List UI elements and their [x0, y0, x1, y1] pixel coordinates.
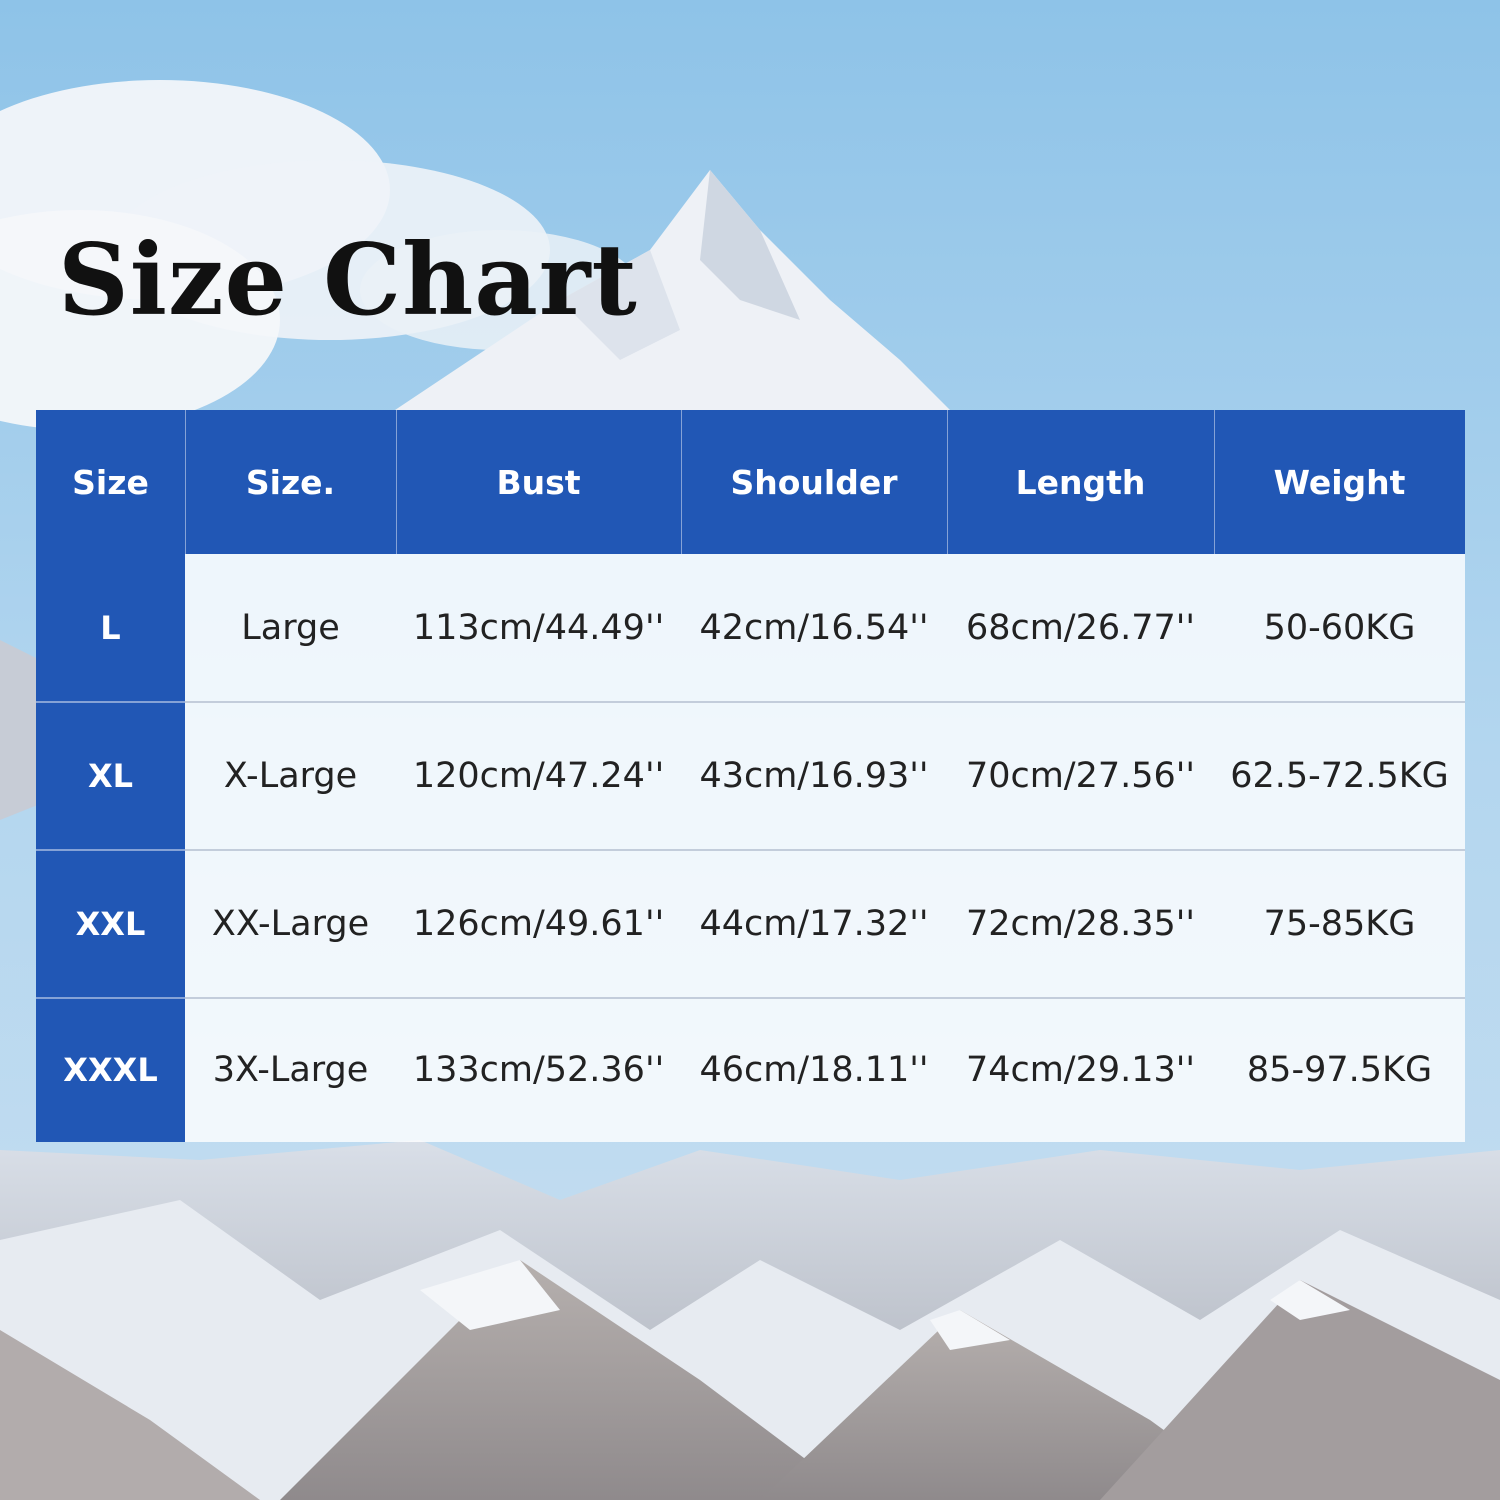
header-size-name: Size.	[245, 462, 336, 502]
row-size-code: L	[100, 609, 121, 647]
table-cell: 133cm/52.36''	[412, 1050, 665, 1090]
table-cell: X-Large	[223, 756, 358, 796]
table-cell: 120cm/47.24''	[412, 756, 665, 796]
table-cell: 46cm/18.11''	[699, 1050, 929, 1090]
table-cell: 3X-Large	[212, 1050, 369, 1090]
row-size-code: XXXL	[63, 1051, 158, 1089]
page-title: Size Chart	[58, 223, 638, 338]
table-cell: 74cm/29.13''	[965, 1050, 1196, 1090]
header-size: Size	[72, 462, 149, 502]
table-cell: 68cm/26.77''	[965, 608, 1196, 648]
table-cell: 42cm/16.54''	[699, 608, 929, 648]
table-cell: 113cm/44.49''	[412, 608, 665, 648]
size-chart-table: Size Size. Bust Shoulder Length Weight L…	[36, 410, 1465, 1142]
header-length: Length	[1015, 462, 1146, 502]
table-cell: 43cm/16.93''	[699, 756, 929, 796]
table-cell: XX-Large	[211, 904, 370, 944]
table-cell: Large	[241, 608, 340, 648]
table-cell: 75-85KG	[1263, 904, 1416, 944]
table-cell: 72cm/28.35''	[965, 904, 1196, 944]
row-size-code: XXL	[75, 905, 146, 943]
table-cell: 85-97.5KG	[1246, 1050, 1433, 1090]
table-cell: 50-60KG	[1263, 608, 1416, 648]
table-cell: 126cm/49.61''	[412, 904, 665, 944]
header-bust: Bust	[496, 462, 581, 502]
header-shoulder: Shoulder	[730, 462, 898, 502]
table-cell: 70cm/27.56''	[965, 756, 1196, 796]
row-size-code: XL	[87, 757, 134, 795]
header-weight: Weight	[1273, 462, 1406, 502]
table-cell: 62.5-72.5KG	[1230, 756, 1449, 796]
table-cell: 44cm/17.32''	[699, 904, 929, 944]
